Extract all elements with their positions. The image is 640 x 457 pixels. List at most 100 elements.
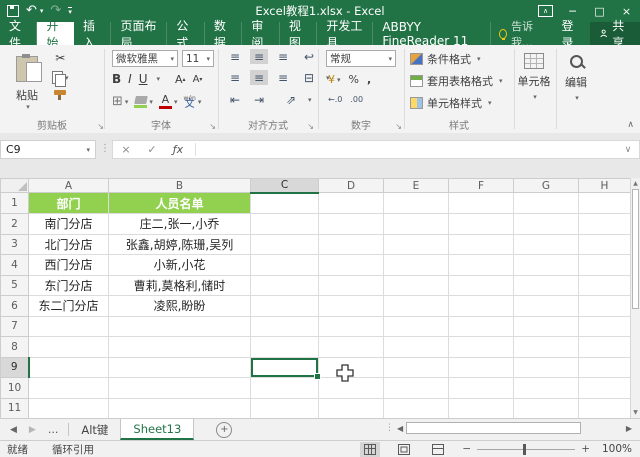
close-button[interactable]: ×: [613, 0, 640, 22]
insert-function-icon[interactable]: ƒx: [165, 143, 191, 156]
column-header-H[interactable]: H: [578, 178, 631, 193]
increase-decimal-icon[interactable]: ←.0: [328, 95, 342, 104]
cell-A10[interactable]: [28, 377, 109, 399]
cell-F2[interactable]: [448, 213, 514, 235]
undo-dropdown-icon[interactable]: ▾: [40, 7, 44, 15]
cell-F5[interactable]: [448, 274, 514, 296]
cell-B8[interactable]: [108, 336, 251, 358]
cell-B11[interactable]: [108, 397, 251, 419]
cell-D8[interactable]: [318, 336, 384, 358]
align-middle-button[interactable]: ≡: [250, 49, 268, 64]
cell-G8[interactable]: [513, 336, 579, 358]
column-header-B[interactable]: B: [108, 178, 251, 193]
cell-B7[interactable]: [108, 315, 251, 337]
cell-D5[interactable]: [318, 274, 384, 296]
cell-F8[interactable]: [448, 336, 514, 358]
row-header-7[interactable]: 7: [0, 315, 29, 337]
cell-F9[interactable]: [448, 356, 514, 378]
cell-G10[interactable]: [513, 377, 579, 399]
selected-cell-C9[interactable]: [250, 356, 322, 380]
cell-E8[interactable]: [383, 336, 449, 358]
orientation-dropdown-icon[interactable]: ▾: [308, 96, 312, 104]
align-left-button[interactable]: ≡: [226, 70, 244, 85]
hscroll-right-icon[interactable]: ▶: [626, 424, 632, 433]
merge-center-button[interactable]: ⊟: [300, 70, 318, 85]
cell-G6[interactable]: [513, 295, 579, 317]
tab-file[interactable]: 文件: [0, 19, 38, 50]
row-header-2[interactable]: 2: [0, 213, 29, 235]
editing-button[interactable]: 编辑 ▾: [556, 53, 596, 102]
vertical-scrollbar[interactable]: ▲ ▼: [630, 178, 640, 418]
row-header-10[interactable]: 10: [0, 377, 29, 399]
column-header-D[interactable]: D: [318, 178, 384, 193]
cell-H1[interactable]: [578, 192, 631, 214]
cell-F4[interactable]: [448, 254, 514, 276]
cell-H6[interactable]: [578, 295, 631, 317]
cell-H5[interactable]: [578, 274, 631, 296]
align-center-button[interactable]: ≡: [250, 70, 268, 85]
cell-B9[interactable]: [108, 356, 251, 378]
increase-indent-icon[interactable]: ⇥: [250, 92, 268, 107]
cell-C3[interactable]: [250, 233, 319, 255]
cell-D3[interactable]: [318, 233, 384, 255]
cell-B3[interactable]: 张鑫,胡婷,陈珊,吴列: [108, 233, 251, 255]
cell-E4[interactable]: [383, 254, 449, 276]
cell-A4[interactable]: 西门分店: [28, 254, 109, 276]
accounting-format-button[interactable]: ¥ ▾: [328, 73, 341, 86]
align-bottom-button[interactable]: ≡: [274, 49, 292, 64]
shrink-font-button[interactable]: A ▾: [193, 74, 203, 85]
cell-G3[interactable]: [513, 233, 579, 255]
row-header-5[interactable]: 5: [0, 274, 29, 296]
share-button[interactable]: 共享: [589, 19, 640, 50]
cell-F1[interactable]: [448, 192, 514, 214]
collapse-ribbon-icon[interactable]: ∧: [627, 120, 634, 130]
zoom-slider-thumb[interactable]: [523, 443, 527, 455]
cell-E5[interactable]: [383, 274, 449, 296]
normal-view-button[interactable]: [360, 441, 381, 457]
cell-B1[interactable]: 人员名单: [108, 192, 251, 214]
borders-button[interactable]: ⊞ ▾: [112, 94, 128, 109]
cell-G2[interactable]: [513, 213, 579, 235]
cell-H11[interactable]: [578, 397, 631, 419]
cell-H7[interactable]: [578, 315, 631, 337]
column-header-F[interactable]: F: [448, 178, 514, 193]
horizontal-scrollbar[interactable]: ⋮ ◀ ▶: [385, 421, 632, 435]
cell-B10[interactable]: [108, 377, 251, 399]
cell-F6[interactable]: [448, 295, 514, 317]
cell-B5[interactable]: 曹莉,莫格利,储时: [108, 274, 251, 296]
cell-G4[interactable]: [513, 254, 579, 276]
cell-B6[interactable]: 凌熙,盼盼: [108, 295, 251, 317]
cell-C2[interactable]: [250, 213, 319, 235]
percent-style-button[interactable]: %: [349, 73, 359, 86]
cell-D1[interactable]: [318, 192, 384, 214]
cell-H3[interactable]: [578, 233, 631, 255]
align-right-button[interactable]: ≡: [274, 70, 292, 85]
save-icon[interactable]: [7, 5, 19, 17]
sheet-tab-altkey[interactable]: Alt键: [69, 419, 120, 440]
align-top-button[interactable]: ≡: [226, 49, 244, 64]
cell-G5[interactable]: [513, 274, 579, 296]
tab-view[interactable]: 视图: [280, 19, 318, 50]
comma-style-button[interactable]: ,: [367, 73, 371, 86]
clipboard-dialog-launcher-icon[interactable]: ↘: [97, 122, 104, 131]
cell-G1[interactable]: [513, 192, 579, 214]
tab-home[interactable]: 开始: [37, 19, 74, 50]
cell-H10[interactable]: [578, 377, 631, 399]
conditional-formatting-button[interactable]: 条件格式 ▾: [410, 51, 481, 67]
cell-H9[interactable]: [578, 356, 631, 378]
cell-E9[interactable]: [383, 356, 449, 378]
cell-C1[interactable]: [250, 192, 319, 214]
copy-button[interactable]: ▾: [52, 71, 69, 87]
italic-button[interactable]: I: [128, 72, 132, 86]
tab-developer[interactable]: 开发工具: [317, 19, 374, 50]
tab-data[interactable]: 数据: [205, 19, 243, 50]
cell-D6[interactable]: [318, 295, 384, 317]
underline-dropdown-icon[interactable]: ▾: [157, 75, 161, 83]
number-format-combo[interactable]: 常规 ▾: [326, 50, 396, 67]
number-dialog-launcher-icon[interactable]: ↘: [395, 122, 402, 131]
qat-customize-icon[interactable]: ▾: [68, 7, 72, 16]
tell-me-box[interactable]: 告诉我...: [491, 20, 551, 49]
tab-review[interactable]: 审阅: [242, 19, 280, 50]
cell-C11[interactable]: [250, 397, 319, 419]
row-header-8[interactable]: 8: [0, 336, 29, 358]
